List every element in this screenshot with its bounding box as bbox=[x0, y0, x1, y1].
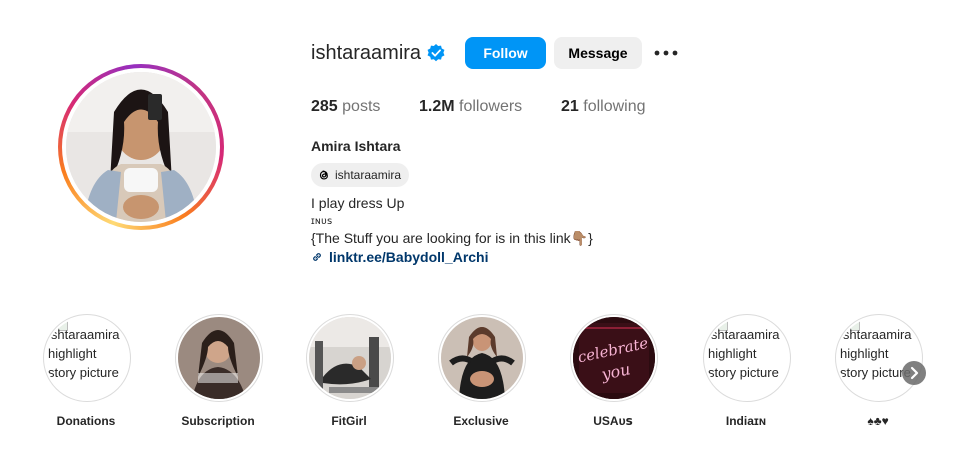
profile-username: ishtaraamira bbox=[311, 42, 422, 64]
following-label: following bbox=[583, 98, 646, 115]
followers-stat[interactable]: 1.2M followers bbox=[419, 98, 522, 116]
following-stat[interactable]: 21 following bbox=[561, 98, 646, 116]
following-count: 21 bbox=[561, 98, 579, 115]
highlight-cover-frame: ishtaraamira highlight story picture bbox=[835, 314, 923, 402]
highlight-cover-frame: ishtaraamira highlight story picture bbox=[43, 314, 131, 402]
threads-badge[interactable]: ishtaraamira bbox=[311, 163, 410, 187]
chevron-right-icon bbox=[910, 366, 919, 380]
highlight-cover-photo bbox=[178, 317, 260, 399]
profile-avatar[interactable] bbox=[66, 72, 216, 222]
posts-count: 285 bbox=[311, 98, 338, 115]
highlight-cover-photo bbox=[441, 317, 523, 399]
highlight-cover-frame bbox=[175, 314, 263, 402]
highlights-next-button[interactable] bbox=[902, 361, 926, 385]
more-options-icon[interactable] bbox=[653, 43, 679, 63]
highlight-label: USAᴜꜱ bbox=[593, 414, 633, 428]
profile-avatar-story-ring[interactable] bbox=[58, 64, 224, 230]
highlight-cover-frame: ishtaraamira highlight story picture bbox=[703, 314, 791, 402]
highlight-fitgirl[interactable]: FitGirl bbox=[306, 314, 394, 428]
message-button[interactable]: Message bbox=[554, 37, 642, 69]
highlight-label: FitGirl bbox=[331, 414, 367, 428]
bio-link-text: linktr.ee/Babydoll_Archi bbox=[329, 249, 489, 265]
highlight-cover-broken: ishtaraamira highlight story picture bbox=[838, 317, 920, 399]
highlight-cover-frame bbox=[438, 314, 526, 402]
highlight-exclusive[interactable]: Exclusive bbox=[438, 314, 526, 428]
followers-label: followers bbox=[459, 98, 523, 115]
highlight-label: Indiaɪɴ bbox=[725, 414, 767, 428]
highlight-label: ♠♣♥ bbox=[867, 414, 889, 428]
highlight-cover-frame: celebrate you bbox=[570, 314, 658, 402]
highlight-label: Subscription bbox=[181, 414, 255, 428]
follow-button[interactable]: Follow bbox=[465, 37, 546, 69]
threads-icon bbox=[319, 170, 328, 180]
highlight-subscription[interactable]: Subscription bbox=[175, 314, 263, 428]
highlight-cover-photo bbox=[309, 317, 391, 399]
bio-line-1: I play dress Up bbox=[311, 195, 405, 211]
highlight-cover-broken: ishtaraamira highlight story picture bbox=[706, 317, 788, 399]
bio-link[interactable]: linktr.ee/Babydoll_Archi bbox=[311, 249, 489, 265]
posts-stat: 285 posts bbox=[311, 98, 380, 116]
bio-line-3: {The Stuff you are looking for is in thi… bbox=[311, 230, 593, 246]
highlight-usa[interactable]: celebrate you USAᴜꜱ bbox=[570, 314, 658, 428]
avatar-photo bbox=[66, 72, 216, 222]
verified-badge-icon bbox=[427, 44, 445, 62]
link-icon bbox=[313, 253, 321, 261]
posts-label: posts bbox=[342, 98, 381, 115]
highlight-alt-text: ishtaraamira highlight story picture bbox=[708, 327, 780, 380]
highlight-label: Exclusive bbox=[453, 414, 509, 428]
bio-line-2: ɪɴᴜꜱ bbox=[311, 216, 333, 227]
highlight-cover-broken: ishtaraamira highlight story picture bbox=[46, 317, 128, 399]
highlight-cover-frame bbox=[306, 314, 394, 402]
highlight-india[interactable]: ishtaraamira highlight story picture India… bbox=[703, 314, 791, 428]
highlight-donations[interactable]: ishtaraamira highlight story picture Donat… bbox=[43, 314, 131, 428]
highlight-label: Donations bbox=[56, 414, 116, 428]
profile-full-name: Amira Ishtara bbox=[311, 138, 401, 154]
followers-count: 1.2M bbox=[419, 98, 455, 115]
highlight-cover-neon: celebrate you bbox=[573, 317, 655, 399]
threads-handle: ishtaraamira bbox=[335, 168, 402, 182]
highlight-alt-text: ishtaraamira highlight story picture bbox=[48, 327, 120, 380]
